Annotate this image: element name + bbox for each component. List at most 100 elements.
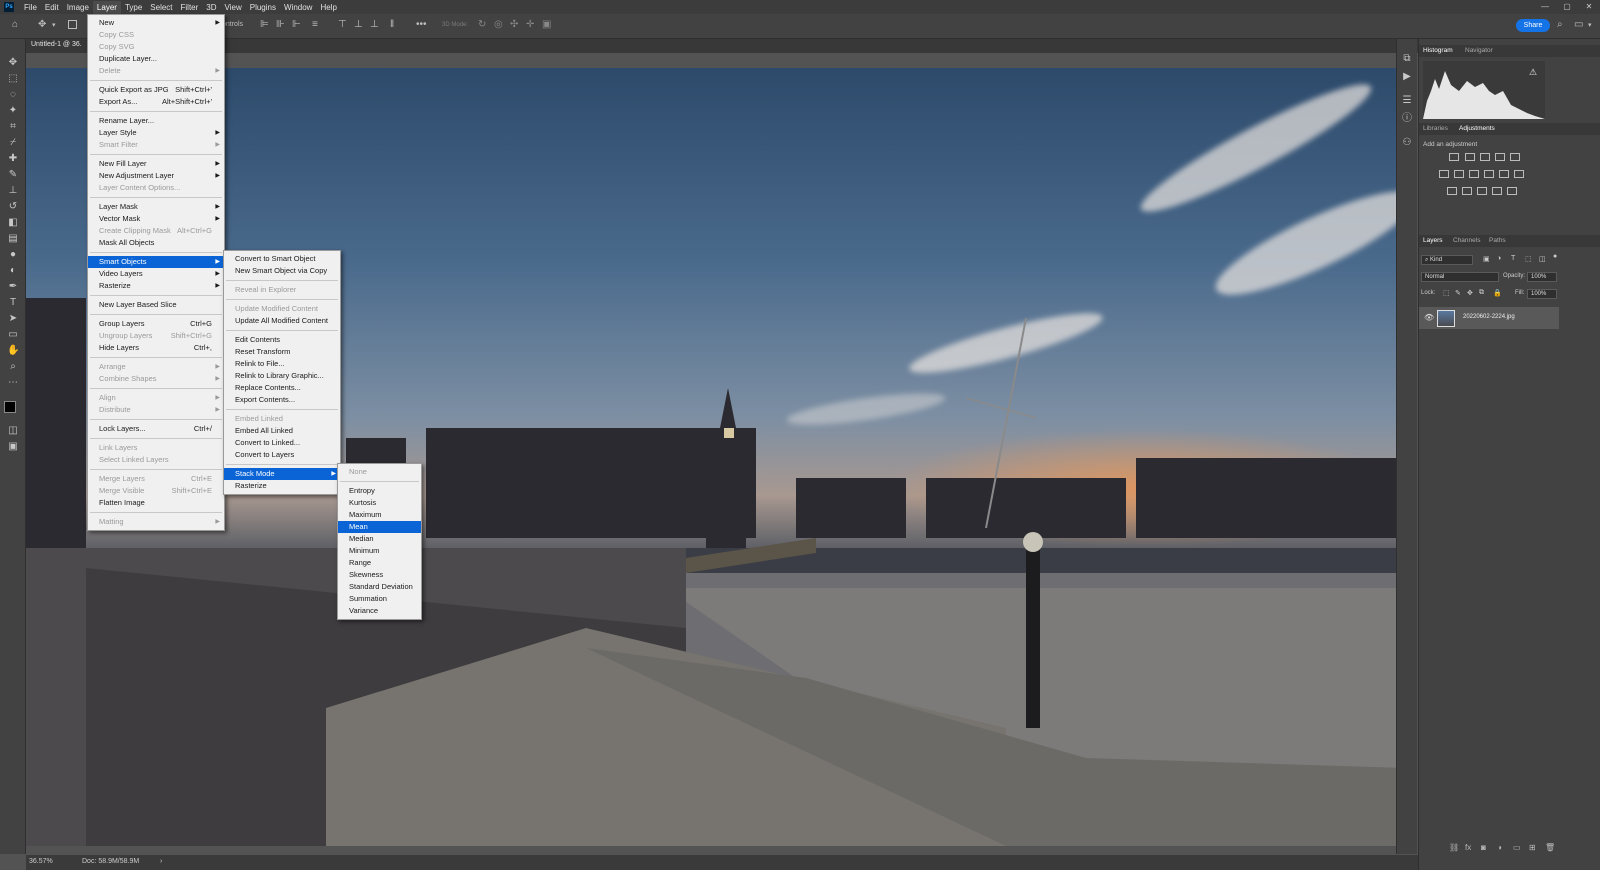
menu-item-vector-mask[interactable]: Vector Mask ▶ <box>88 213 224 225</box>
threshold-adjustment-icon[interactable] <box>1477 187 1487 195</box>
zoom-tool-icon[interactable]: ⌕ <box>7 361 19 373</box>
vibrance-adjustment-icon[interactable] <box>1510 153 1520 161</box>
link-layers-icon[interactable]: ⛓ <box>1449 843 1459 852</box>
type-tool-icon[interactable]: T <box>7 297 19 309</box>
photo-filter-adjustment-icon[interactable] <box>1484 170 1494 178</box>
tab-libraries[interactable]: Libraries <box>1423 125 1448 132</box>
workspace-icon[interactable]: ▭ <box>1574 19 1583 30</box>
stack-mode-item-maximum[interactable]: Maximum <box>338 509 421 521</box>
new-adjustment-icon[interactable]: ◑ <box>1497 843 1502 852</box>
delete-layer-icon[interactable]: 🗑 <box>1545 843 1555 852</box>
stack-mode-item-median[interactable]: Median <box>338 533 421 545</box>
align-center-icon[interactable]: ⊪ <box>276 19 285 30</box>
fill-field[interactable]: 100% <box>1527 289 1557 299</box>
hand-tool-icon[interactable]: ✋ <box>7 345 19 357</box>
align-bottom-icon[interactable]: ⊥ <box>370 19 379 30</box>
menu-item-new-fill-layer[interactable]: New Fill Layer ▶ <box>88 158 224 170</box>
minimize-button[interactable]: — <box>1534 0 1556 14</box>
menu-item-new-layer-based-slice[interactable]: New Layer Based Slice <box>88 299 224 311</box>
document-tab[interactable]: Untitled-1 @ 36. <box>26 39 1426 53</box>
menu-item-hide-layers[interactable]: Hide Layers Ctrl+, <box>88 342 224 354</box>
levels-adjustment-icon[interactable] <box>1465 153 1475 161</box>
tab-layers[interactable]: Layers <box>1423 237 1443 244</box>
color-lookup-adjustment-icon[interactable] <box>1514 170 1524 178</box>
menu-type[interactable]: Type <box>121 1 146 14</box>
tab-histogram[interactable]: Histogram <box>1423 47 1453 54</box>
invert-adjustment-icon[interactable] <box>1447 187 1457 195</box>
filter-smart-object-icon[interactable]: ◫ <box>1539 255 1546 263</box>
smart-objects-item-export-contents[interactable]: Export Contents... <box>224 394 340 406</box>
filter-shape-icon[interactable]: ⬚ <box>1525 255 1532 263</box>
menu-item-flatten-image[interactable]: Flatten Image <box>88 497 224 509</box>
lock-all-icon[interactable]: 🔒 <box>1493 289 1502 297</box>
stack-mode-item-summation[interactable]: Summation <box>338 593 421 605</box>
marquee-tool-icon[interactable]: ⬚ <box>7 73 19 85</box>
photoshop-logo[interactable]: Ps <box>4 2 14 12</box>
curves-adjustment-icon[interactable] <box>1480 153 1490 161</box>
brush-tool-icon[interactable]: ✎ <box>7 169 19 181</box>
dodge-tool-icon[interactable]: ◐ <box>7 265 19 277</box>
smart-objects-item-convert-to-layers[interactable]: Convert to Layers <box>224 449 340 461</box>
stack-mode-item-skewness[interactable]: Skewness <box>338 569 421 581</box>
maximize-button[interactable]: ▢ <box>1556 0 1578 14</box>
menu-item-quick-export-as-jpg[interactable]: Quick Export as JPG Shift+Ctrl+' <box>88 84 224 96</box>
black-white-adjustment-icon[interactable] <box>1469 170 1479 178</box>
share-button[interactable]: Share <box>1516 19 1550 32</box>
menu-view[interactable]: View <box>221 1 246 14</box>
selective-color-adjustment-icon[interactable] <box>1492 187 1502 195</box>
menu-edit[interactable]: Edit <box>41 1 63 14</box>
menu-item-video-layers[interactable]: Video Layers ▶ <box>88 268 224 280</box>
move-tool-icon[interactable]: ✥ <box>38 19 46 30</box>
layer-row[interactable]: 👁 20220602-2224.jpg <box>1419 307 1559 329</box>
menu-item-new[interactable]: New ▶ <box>88 17 224 29</box>
lock-transparent-icon[interactable]: ⬚ <box>1443 289 1450 297</box>
filter-adjustment-icon[interactable]: ◑ <box>1497 255 1501 262</box>
opacity-field[interactable]: 100% <box>1527 272 1557 282</box>
crop-tool-icon[interactable]: ⌗ <box>7 121 19 133</box>
more-options-icon[interactable]: ••• <box>416 19 427 30</box>
smart-objects-item-convert-to-smart-object[interactable]: Convert to Smart Object <box>224 253 340 265</box>
screen-mode-icon[interactable]: ▣ <box>7 441 19 453</box>
stack-mode-item-minimum[interactable]: Minimum <box>338 545 421 557</box>
menu-item-duplicate-layer[interactable]: Duplicate Layer... <box>88 53 224 65</box>
stack-mode-item-kurtosis[interactable]: Kurtosis <box>338 497 421 509</box>
status-arrow-icon[interactable]: › <box>160 858 162 865</box>
posterize-adjustment-icon[interactable] <box>1462 187 1472 195</box>
lock-position-icon[interactable]: ✥ <box>1467 289 1473 297</box>
exposure-adjustment-icon[interactable] <box>1495 153 1505 161</box>
tab-navigator[interactable]: Navigator <box>1465 47 1493 54</box>
fx-icon[interactable]: fx <box>1465 843 1471 852</box>
auto-select-checkbox[interactable] <box>68 20 77 29</box>
filter-toggle-icon[interactable]: ● <box>1553 253 1557 260</box>
eyedropper-icon[interactable]: ⌿ <box>7 137 19 149</box>
warning-icon[interactable]: ⚠ <box>1529 67 1537 78</box>
layer-kind-filter[interactable]: ⌕ Kind <box>1421 255 1473 265</box>
smart-objects-item-rasterize[interactable]: Rasterize <box>224 480 340 492</box>
learn-panel-icon[interactable]: ⚇ <box>1401 137 1413 149</box>
shape-tool-icon[interactable]: ▭ <box>7 329 19 341</box>
info-panel-icon[interactable]: ⓘ <box>1401 113 1413 125</box>
layer-name[interactable]: 20220602-2224.jpg <box>1463 314 1515 320</box>
home-icon[interactable]: ⌂ <box>12 19 18 30</box>
tab-paths[interactable]: Paths <box>1489 237 1506 244</box>
history-brush-icon[interactable]: ↺ <box>7 201 19 213</box>
distribute-icon[interactable]: ≡ <box>312 19 318 30</box>
menu-layer[interactable]: Layer <box>92 0 121 14</box>
menu-image[interactable]: Image <box>63 1 93 14</box>
blend-mode-select[interactable]: Normal <box>1421 272 1499 282</box>
menu-item-new-adjustment-layer[interactable]: New Adjustment Layer ▶ <box>88 170 224 182</box>
menu-plugins[interactable]: Plugins <box>246 1 280 14</box>
actions-panel-icon[interactable]: ▶ <box>1401 71 1413 83</box>
clone-stamp-icon[interactable]: ⊥ <box>7 185 19 197</box>
close-window-button[interactable]: ✕ <box>1578 0 1600 14</box>
tab-channels[interactable]: Channels <box>1453 237 1480 244</box>
smart-objects-item-edit-contents[interactable]: Edit Contents <box>224 334 340 346</box>
smart-objects-item-embed-all-linked[interactable]: Embed All Linked <box>224 425 340 437</box>
menu-item-smart-objects[interactable]: Smart Objects ▶ <box>88 256 224 268</box>
hue-saturation-adjustment-icon[interactable] <box>1439 170 1449 178</box>
3d-roll-icon[interactable]: ◎ <box>494 19 503 30</box>
eraser-tool-icon[interactable]: ◧ <box>7 217 19 229</box>
new-group-icon[interactable]: ▭ <box>1513 843 1521 852</box>
smart-objects-item-convert-to-linked[interactable]: Convert to Linked... <box>224 437 340 449</box>
smart-objects-item-replace-contents[interactable]: Replace Contents... <box>224 382 340 394</box>
